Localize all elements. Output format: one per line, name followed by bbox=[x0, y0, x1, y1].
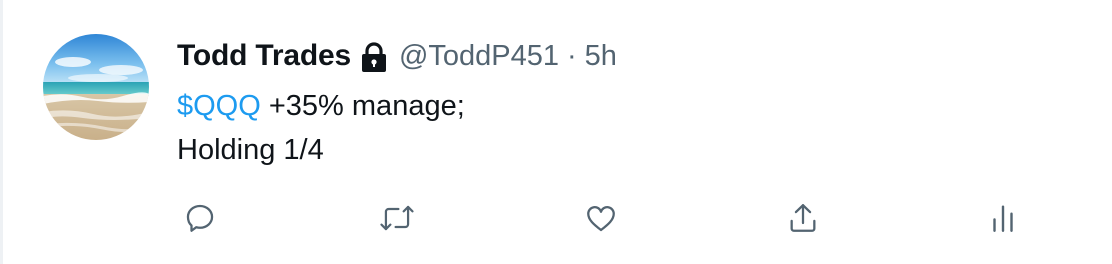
display-name[interactable]: Todd Trades bbox=[177, 39, 351, 73]
avatar[interactable] bbox=[43, 34, 149, 140]
separator-dot: · bbox=[567, 39, 577, 72]
reply-button[interactable] bbox=[178, 196, 222, 240]
tweet-text-line-1-rest: +35% manage; bbox=[260, 90, 465, 122]
share-icon bbox=[790, 204, 816, 232]
retweet-button[interactable] bbox=[375, 196, 419, 240]
analytics-icon bbox=[993, 205, 1013, 232]
timestamp[interactable]: 5h bbox=[585, 40, 617, 73]
tweet-card[interactable]: Todd Trades @ToddP451 · 5h $QQQ +35% man… bbox=[0, 0, 1112, 264]
lock-icon bbox=[359, 41, 389, 73]
cashtag-link[interactable]: $QQQ bbox=[177, 90, 261, 122]
avatar-beach-image bbox=[43, 34, 149, 140]
retweet-icon bbox=[380, 205, 414, 231]
reply-icon bbox=[186, 204, 214, 232]
tweet-actions bbox=[3, 196, 1112, 240]
share-button[interactable] bbox=[781, 196, 825, 240]
user-handle[interactable]: @ToddP451 bbox=[399, 40, 559, 73]
tweet-text-line-2: Holding 1/4 bbox=[177, 134, 324, 166]
heart-icon bbox=[587, 206, 615, 232]
tweet-text: $QQQ +35% manage; Holding 1/4 bbox=[177, 84, 465, 172]
tweet-text-line-1: $QQQ +35% manage; bbox=[177, 84, 465, 128]
like-button[interactable] bbox=[579, 196, 623, 240]
analytics-button[interactable] bbox=[981, 196, 1025, 240]
tweet-header: Todd Trades @ToddP451 · 5h bbox=[177, 38, 617, 74]
